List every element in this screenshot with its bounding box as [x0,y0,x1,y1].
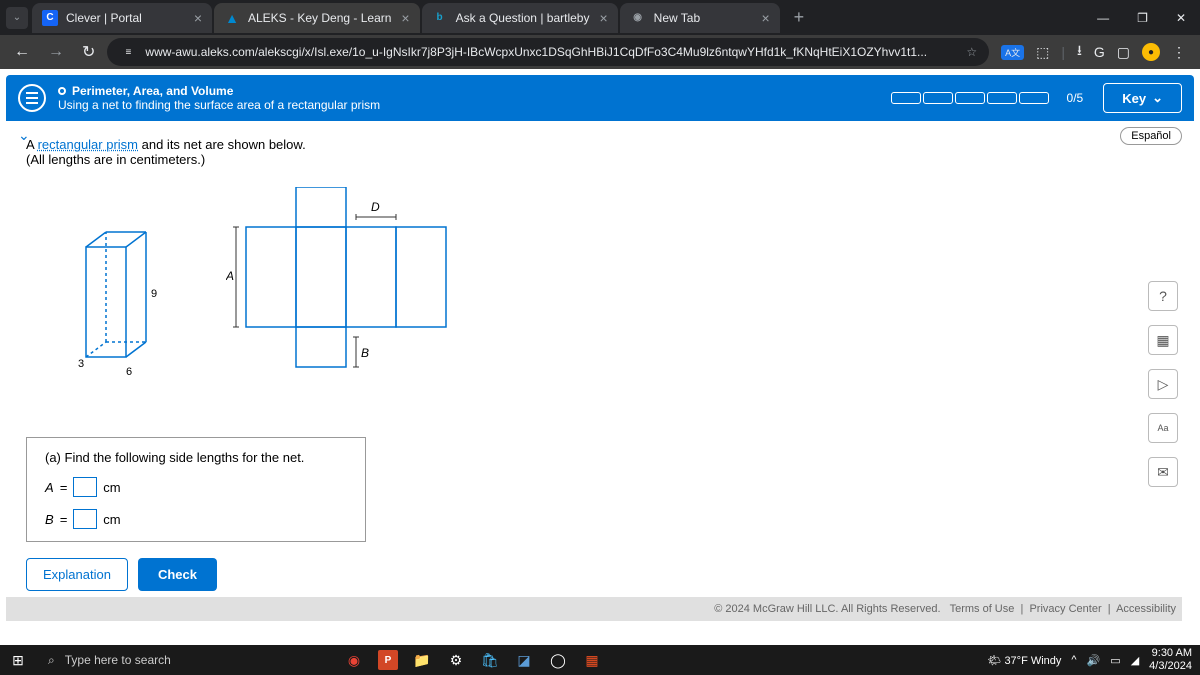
svg-text:3: 3 [78,358,84,370]
answer-row-a: A= cm [45,477,347,497]
maximize-button[interactable]: ❐ [1123,3,1162,33]
privacy-link[interactable]: Privacy Center [1029,603,1101,615]
clock[interactable]: 9:30 AM4/3/2024 [1149,647,1192,673]
aleks-footer: © 2024 McGraw Hill LLC. All Rights Reser… [6,597,1182,621]
tab-group-icon[interactable]: ▢ [1117,44,1130,61]
tool-sidebar: ? ▦ ▷ Aa ✉ [1148,281,1178,487]
tab-newtab[interactable]: ◉ New Tab × [620,3,780,33]
prism-3d-figure: 3 6 9 [76,227,186,377]
battery-icon[interactable]: ▭ [1110,654,1120,667]
start-button[interactable]: ⊞ [0,645,36,675]
store-icon[interactable]: 🛍 [480,650,500,670]
extensions-icon[interactable]: ⬚ [1036,44,1049,61]
tab-bartleby[interactable]: b Ask a Question | bartleby × [422,3,618,33]
tab-label: ALEKS - Key Deng - Learn [248,11,391,25]
collapse-button[interactable]: ⌄ [18,127,30,144]
problem-area: ⌄ Español A rectangular prism and its ne… [6,121,1194,621]
search-icon: ⌕ [48,653,55,668]
new-tab-button[interactable]: + [782,7,817,28]
translate-icon[interactable]: A文 [1001,45,1024,60]
menu-icon[interactable]: ⋮ [1172,44,1186,61]
newtab-favicon: ◉ [630,10,646,26]
app2-icon[interactable]: ▦ [582,650,602,670]
input-b[interactable] [73,509,97,529]
key-button[interactable]: Key⌄ [1103,83,1182,113]
language-toggle[interactable]: Español [1120,127,1182,145]
sound-icon[interactable]: 🔊 [1087,654,1101,667]
tab-label: Clever | Portal [66,11,142,25]
profile-icon[interactable]: ● [1142,43,1160,61]
chrome-icon[interactable]: ◉ [344,650,364,670]
problem-statement: A rectangular prism and its net are show… [26,137,1174,167]
category-dot-icon [58,87,66,95]
site-settings-icon[interactable]: ≡ [119,43,137,61]
terms-link[interactable]: Terms of Use [950,603,1015,615]
browser-tab-strip: ⌄ C Clever | Portal × ▲ ALEKS - Key Deng… [0,0,1200,35]
category-label: Perimeter, Area, and Volume [72,84,233,98]
wifi-icon[interactable]: ◢ [1131,654,1139,667]
windows-taskbar: ⊞ ⌕ Type here to search ◉ P 📁 ⚙ 🛍 ◪ ◯ ▦ … [0,645,1200,675]
message-button[interactable]: ✉ [1148,457,1178,487]
diagram-area: 3 6 9 A [26,177,1174,417]
tray-chevron-icon[interactable]: ^ [1071,654,1076,666]
bookmark-icon[interactable]: ☆ [966,45,977,59]
explanation-button[interactable]: Explanation [26,558,128,591]
aleks-header: Perimeter, Area, and Volume Using a net … [6,75,1194,121]
url-text: www-awu.aleks.com/alekscgi/x/Isl.exe/1o_… [145,45,927,59]
download-icon[interactable]: ⭳ [1077,40,1082,64]
tab-search-dropdown[interactable]: ⌄ [6,7,28,29]
answer-panel: (a) Find the following side lengths for … [26,437,366,542]
cortana-icon[interactable]: ◯ [548,650,568,670]
close-window-button[interactable]: ✕ [1162,3,1200,33]
forward-button[interactable]: → [42,43,70,61]
accessibility-link[interactable]: Accessibility [1116,603,1176,615]
system-tray: 🌤 37°F Windy ^ 🔊 ▭ ◢ 9:30 AM4/3/2024 [987,647,1200,673]
page-content: Perimeter, Area, and Volume Using a net … [0,69,1200,645]
weather-widget[interactable]: 🌤 37°F Windy [987,654,1061,667]
explorer-icon[interactable]: 📁 [412,650,432,670]
app-icon[interactable]: ◪ [514,650,534,670]
close-icon[interactable]: × [391,10,409,26]
bartleby-favicon: b [432,10,448,26]
close-icon[interactable]: × [751,10,769,26]
check-button[interactable]: Check [138,558,217,591]
close-icon[interactable]: × [589,10,607,26]
svg-text:6: 6 [126,366,132,377]
progress-indicator: 0/5 [891,91,1084,105]
svg-text:9: 9 [151,288,157,300]
aleks-favicon: ▲ [224,10,240,26]
settings-icon[interactable]: ⚙ [446,650,466,670]
reload-button[interactable]: ↻ [76,42,101,62]
calculator-button[interactable]: ▦ [1148,325,1178,355]
input-a[interactable] [73,477,97,497]
minimize-button[interactable]: — [1083,3,1123,33]
question-prompt: (a) Find the following side lengths for … [45,450,347,465]
hamburger-menu[interactable] [18,84,46,112]
clever-favicon: C [42,10,58,26]
textbook-button[interactable]: Aa [1148,413,1178,443]
score-label: 0/5 [1067,91,1084,105]
powerpoint-icon[interactable]: P [378,650,398,670]
tab-label: Ask a Question | bartleby [456,11,590,25]
chevron-down-icon: ⌄ [1152,90,1163,106]
tab-aleks[interactable]: ▲ ALEKS - Key Deng - Learn × [214,3,420,33]
svg-text:B: B [361,346,369,360]
close-icon[interactable]: × [184,10,202,26]
answer-row-b: B= cm [45,509,347,529]
help-button[interactable]: ? [1148,281,1178,311]
video-button[interactable]: ▷ [1148,369,1178,399]
url-input[interactable]: ≡ www-awu.aleks.com/alekscgi/x/Isl.exe/1… [107,38,989,66]
taskbar-search[interactable]: ⌕ Type here to search [36,653,336,668]
svg-text:A: A [226,269,234,283]
google-icon[interactable]: G [1094,44,1105,60]
address-bar: ← → ↻ ≡ www-awu.aleks.com/alekscgi/x/Isl… [0,35,1200,69]
glossary-link[interactable]: rectangular prism [38,137,138,152]
back-button[interactable]: ← [8,43,36,61]
window-controls: — ❐ ✕ [1083,3,1200,33]
net-figure: A C D B [226,187,506,407]
topic-label: Using a net to finding the surface area … [58,98,380,112]
svg-text:D: D [371,200,380,214]
tab-label: New Tab [654,11,700,25]
tab-clever[interactable]: C Clever | Portal × [32,3,212,33]
